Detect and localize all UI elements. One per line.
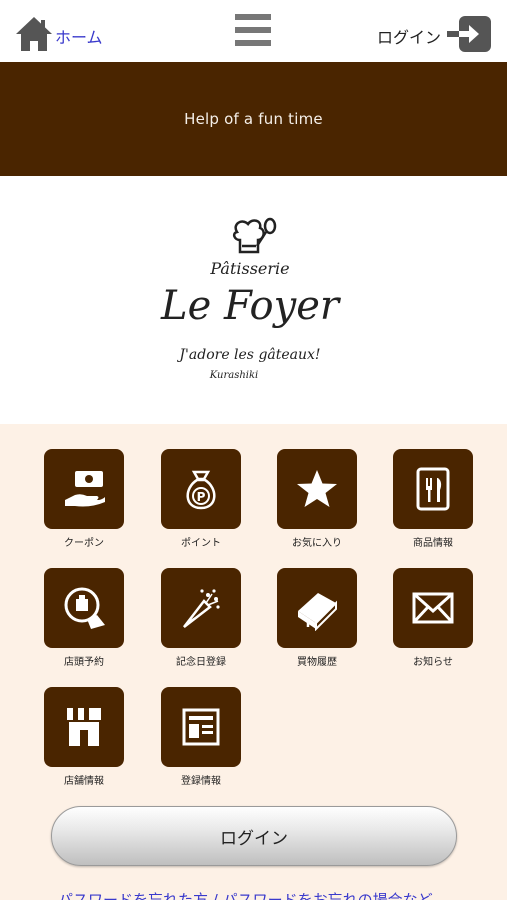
logo-line4: Kurashiki	[209, 370, 258, 381]
menu-item-label: お気に入り	[292, 538, 342, 549]
menu-item-shop-info[interactable]: 店舗情報	[43, 687, 125, 787]
reservation-icon	[64, 587, 105, 629]
menu-item-reservation[interactable]: 店頭予約	[43, 568, 125, 668]
menu-item-label: ポイント	[181, 538, 221, 549]
menu-item-label: クーポン	[64, 538, 104, 549]
login-link[interactable]: ログイン	[377, 14, 493, 54]
menu-item-products-box	[393, 449, 473, 529]
menu-item-coupon[interactable]: クーポン	[43, 449, 125, 549]
menu-item-products[interactable]: 商品情報	[392, 449, 474, 549]
logo-line2: Le Foyer	[160, 283, 342, 329]
menu-item-label: 買物履歴	[297, 657, 337, 668]
hamburger-icon	[235, 14, 271, 46]
point-bag-icon: P	[186, 470, 216, 510]
menu-item-label: 店頭予約	[64, 657, 104, 668]
logo-section: Pâtisserie Le Foyer J'adore les gâteaux!…	[0, 176, 507, 424]
menu-item-news[interactable]: お知らせ	[392, 568, 474, 668]
bouquet-icon	[183, 589, 220, 628]
menu-item-point-box: P	[161, 449, 241, 529]
coupon-icon	[65, 471, 105, 507]
login-arrow-icon	[447, 16, 491, 52]
menu-item-registration[interactable]: 登録情報	[160, 687, 242, 787]
menu-fork-knife-icon	[416, 467, 450, 511]
tagline-banner: Help of a fun time	[0, 62, 507, 176]
svg-text:P: P	[197, 490, 206, 504]
menu-item-news-box	[393, 568, 473, 648]
menu-item-favorite-box	[277, 449, 357, 529]
envelope-icon	[412, 592, 454, 624]
menu-item-reservation-box	[44, 568, 124, 648]
menu-item-coupon-box	[44, 449, 124, 529]
login-button[interactable]: ログイン	[51, 806, 457, 866]
menu-item-purchase-history-box	[277, 568, 357, 648]
menu-item-point[interactable]: P ポイント	[160, 449, 242, 549]
menu-item-shop-info-box	[44, 687, 124, 767]
menu-item-favorite[interactable]: お気に入り	[276, 449, 358, 549]
menu-item-label: 商品情報	[413, 538, 453, 549]
menu-item-anniversary[interactable]: 記念日登録	[160, 568, 242, 668]
shop-logo: Pâtisserie Le Foyer J'adore les gâteaux!…	[160, 217, 342, 381]
forgot-password-link[interactable]: パスワードを忘れた方 / パスワードをお忘れの場合など	[58, 890, 458, 900]
menu-item-label: 登録情報	[181, 776, 221, 787]
logo-line1: Pâtisserie	[209, 259, 289, 278]
book-icon	[298, 593, 337, 631]
login-top-label: ログイン	[376, 28, 441, 47]
menu-item-anniversary-box	[161, 568, 241, 648]
menu-item-label: お知らせ	[413, 657, 453, 668]
banner-text: Help of a fun time	[184, 110, 323, 128]
registration-form-icon	[182, 708, 220, 746]
hamburger-menu-button[interactable]	[233, 12, 273, 48]
shop-icon	[67, 708, 101, 746]
top-nav: ホーム ログイン	[0, 0, 507, 62]
menu-item-registration-box	[161, 687, 241, 767]
home-icon	[16, 17, 52, 51]
star-icon	[297, 470, 337, 507]
home-link[interactable]: ホーム	[14, 14, 103, 54]
menu-item-purchase-history[interactable]: 買物履歴	[276, 568, 358, 668]
menu-item-label: 店舗情報	[64, 776, 104, 787]
menu-item-label: 記念日登録	[176, 657, 226, 668]
logo-line3: J'adore les gâteaux!	[176, 347, 320, 363]
home-label: ホーム	[55, 28, 103, 47]
